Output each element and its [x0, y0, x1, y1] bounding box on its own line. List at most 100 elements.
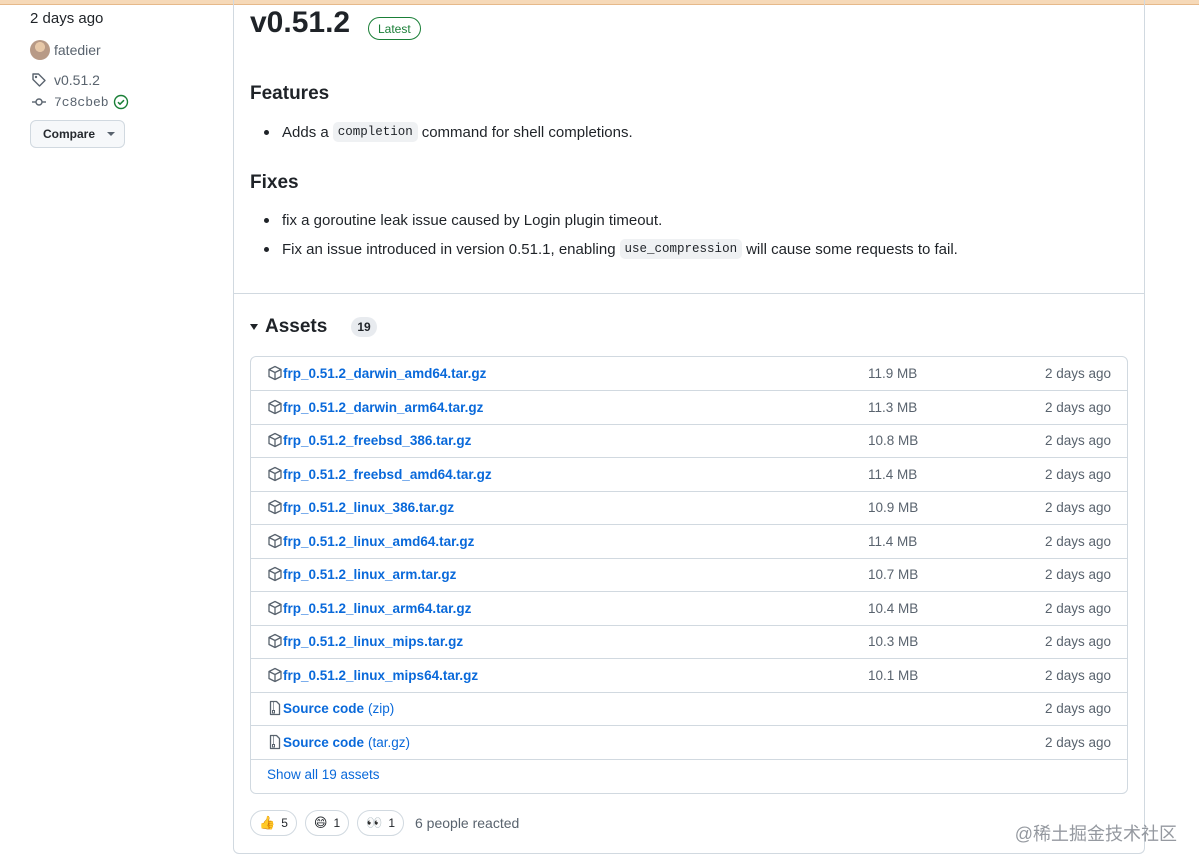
asset-download-link[interactable]: frp_0.51.2_linux_386.tar.gz: [283, 500, 454, 515]
package-icon: [267, 432, 283, 448]
package-icon: [267, 365, 283, 381]
show-all-assets-link[interactable]: Show all 19 assets: [267, 767, 380, 782]
git-commit-icon: [30, 93, 48, 111]
reaction-count: 1: [388, 816, 395, 830]
asset-download-link[interactable]: Source code (zip): [283, 701, 394, 716]
asset-download-link[interactable]: frp_0.51.2_linux_arm.tar.gz: [283, 567, 456, 582]
laugh-icon: 😄: [313, 815, 328, 830]
asset-date: 2 days ago: [1044, 533, 1111, 549]
reaction-count: 5: [281, 816, 288, 830]
package-icon: [267, 533, 283, 549]
tag-link[interactable]: v0.51.2: [30, 71, 100, 89]
asset-download-link[interactable]: frp_0.51.2_linux_arm64.tar.gz: [283, 601, 471, 616]
asset-download-link[interactable]: Source code (tar.gz): [283, 735, 410, 750]
asset-name: frp_0.51.2_darwin_amd64.tar.gz: [283, 366, 487, 381]
asset-date: 2 days ago: [1044, 500, 1111, 515]
asset-row: frp_0.51.2_linux_386.tar.gz 10.9 MB 2 days…: [251, 491, 1127, 525]
bullet: [264, 246, 269, 252]
feature-item: Adds a completion command for shell comp…: [264, 122, 633, 142]
asset-size: 10.7 MB: [868, 567, 919, 582]
reactions-bar: 👍 5 😄 1 👀 1 6 people reacted: [250, 810, 519, 836]
package-icon: [267, 466, 283, 482]
asset-name: frp_0.51.2_freebsd_386.tar.gz: [283, 433, 472, 448]
asset-download-link[interactable]: frp_0.51.2_freebsd_386.tar.gz: [283, 433, 471, 448]
fixes-heading: Fixes: [250, 172, 299, 193]
bullet: [264, 129, 269, 135]
reaction-button[interactable]: 👀 1: [357, 810, 404, 836]
watermark: @稀土掘金技术社区: [1014, 824, 1177, 844]
feature-text: Adds a: [282, 123, 329, 141]
asset-name: frp_0.51.2_linux_mips64.tar.gz: [283, 667, 479, 683]
commit-link[interactable]: 7c8cbeb: [30, 93, 129, 111]
asset-size: 10.8 MB: [868, 433, 919, 448]
asset-row: frp_0.51.2_linux_arm64.tar.gz 10.4 MB 2 da…: [251, 592, 1127, 626]
bullet: [264, 218, 269, 223]
assets-toggle[interactable]: Assets 19: [250, 316, 377, 338]
fix-text: Fix an issue introduced in version 0.51.…: [282, 240, 616, 258]
reaction-button[interactable]: 👍 5: [250, 810, 297, 836]
asset-size: 10.1 MB: [868, 667, 919, 683]
file-zip-icon: [267, 734, 283, 750]
asset-date: 2 days ago: [1044, 701, 1111, 716]
release-title[interactable]: v0.51.2: [250, 6, 350, 40]
author-name: fatedier: [54, 42, 101, 58]
asset-date: 2 days ago: [1044, 634, 1111, 649]
author-link[interactable]: fatedier: [30, 40, 101, 60]
asset-name: Source code: [283, 734, 365, 750]
asset-row: Source code (zip) 2 days ago: [251, 692, 1127, 726]
asset-name: frp_0.51.2_linux_amd64.tar.gz: [283, 533, 475, 549]
asset-download-link[interactable]: frp_0.51.2_linux_amd64.tar.gz: [283, 534, 474, 549]
asset-size: 10.4 MB: [868, 600, 919, 616]
reaction-count: 1: [333, 816, 341, 830]
package-icon: [267, 633, 283, 649]
assets-count-badge: 19: [351, 317, 377, 337]
asset-date: 2 days ago: [1044, 399, 1111, 415]
asset-name: frp_0.51.2_linux_386.tar.gz: [283, 500, 455, 515]
verified-check-icon: [113, 94, 129, 110]
assets-title: Assets: [265, 316, 328, 337]
reactions-summary: 6 people reacted: [415, 815, 520, 831]
asset-download-link[interactable]: frp_0.51.2_darwin_amd64.tar.gz: [283, 366, 486, 381]
eyes-icon: 👀: [366, 815, 383, 830]
section-divider: [234, 293, 1144, 294]
package-icon: [267, 600, 283, 616]
asset-date: 2 days ago: [1044, 600, 1111, 616]
asset-name: Source code: [283, 701, 365, 716]
asset-extension: (zip): [368, 701, 395, 716]
asset-size: 11.3 MB: [868, 399, 918, 415]
file-zip-icon: [267, 700, 283, 716]
release-date: 2 days ago: [30, 10, 104, 27]
asset-name: frp_0.51.2_linux_arm64.tar.gz: [283, 600, 472, 616]
compare-dropdown-button[interactable]: Compare: [30, 120, 125, 148]
asset-date: 2 days ago: [1044, 466, 1111, 482]
reaction-button[interactable]: 😄 1: [304, 810, 350, 836]
asset-download-link[interactable]: frp_0.51.2_freebsd_amd64.tar.gz: [283, 467, 492, 482]
asset-date: 2 days ago: [1044, 734, 1111, 750]
compare-label: Compare: [43, 127, 96, 141]
asset-download-link[interactable]: frp_0.51.2_linux_mips64.tar.gz: [283, 668, 478, 683]
inline-code: use_compression: [619, 239, 743, 259]
package-icon: [267, 566, 283, 582]
package-icon: [267, 499, 283, 515]
asset-download-link[interactable]: frp_0.51.2_linux_mips.tar.gz: [283, 634, 463, 649]
asset-size: 11.4 MB: [868, 466, 918, 482]
asset-name: frp_0.51.2_linux_mips.tar.gz: [283, 634, 464, 649]
asset-size: 11.4 MB: [868, 533, 918, 549]
asset-download-link[interactable]: frp_0.51.2_darwin_arm64.tar.gz: [283, 400, 483, 415]
asset-size: 10.9 MB: [868, 500, 919, 515]
asset-size: 10.3 MB: [868, 634, 919, 649]
asset-row: frp_0.51.2_linux_amd64.tar.gz 11.4 MB 2 da…: [251, 525, 1127, 559]
asset-row: frp_0.51.2_linux_mips.tar.gz 10.3 MB 2 day…: [251, 625, 1127, 659]
asset-date: 2 days ago: [1044, 433, 1111, 448]
package-icon: [267, 667, 283, 683]
triangle-down-icon: [250, 324, 258, 330]
assets-list: frp_0.51.2_darwin_amd64.tar.gz 11.9 MB 2 d…: [250, 356, 1128, 794]
asset-row: frp_0.51.2_linux_arm.tar.gz 10.7 MB 2 days…: [251, 558, 1127, 592]
asset-row: frp_0.51.2_freebsd_amd64.tar.gz 11.4 MB 2 …: [251, 458, 1127, 492]
fix-item: Fix an issue introduced in version 0.51.…: [264, 239, 958, 259]
tag-label: v0.51.2: [54, 72, 100, 88]
latest-badge: Latest: [368, 17, 421, 40]
asset-row: frp_0.51.2_darwin_arm64.tar.gz 11.3 MB 2 d…: [251, 391, 1127, 425]
features-heading: Features: [250, 83, 330, 104]
asset-row: frp_0.51.2_freebsd_386.tar.gz 10.8 MB 2 da…: [251, 424, 1127, 458]
